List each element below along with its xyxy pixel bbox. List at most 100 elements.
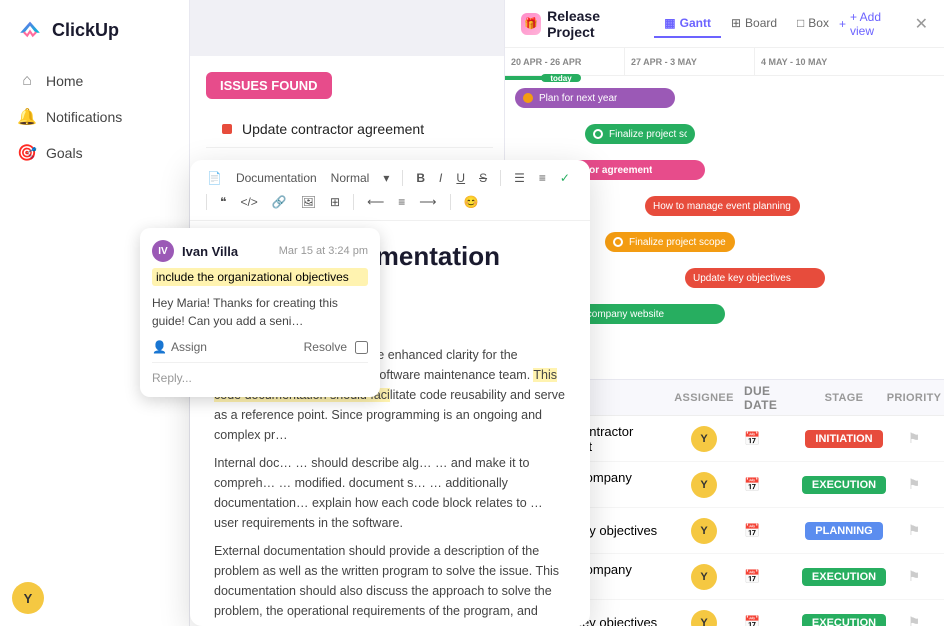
assignee-avatar-0: Y — [691, 426, 717, 452]
table-icon[interactable]: ⊞ — [325, 192, 345, 212]
table-cell-assignee-3: Y — [674, 564, 734, 590]
table-cell-priority-0: ⚑ — [884, 430, 944, 447]
resolve-button[interactable]: Resolve — [304, 340, 368, 354]
col-header-due: DUE DATE — [734, 384, 804, 412]
table-cell-due-3: 📅 — [734, 569, 804, 585]
bar-circle-4 — [613, 237, 623, 247]
doc-style-selector[interactable]: Normal — [326, 168, 375, 188]
bar-circle-0 — [523, 93, 533, 103]
priority-flag-4: ⚑ — [908, 614, 921, 626]
check-icon[interactable]: ✓ — [555, 168, 575, 188]
gantt-header: 🎁 Release Project ▦ Gantt ⊞ Board □ Box … — [505, 0, 944, 48]
table-cell-assignee-2: Y — [674, 518, 734, 544]
resolve-checkbox[interactable] — [355, 341, 368, 354]
gantt-tabs: ▦ Gantt ⊞ Board □ Box — [654, 10, 839, 38]
doc-paragraph-2: Internal doc… … should describe alg… … a… — [214, 453, 566, 533]
gantt-bar-0: Plan for next year — [515, 88, 675, 108]
bar-label-0: Plan for next year — [539, 93, 617, 104]
stage-badge-3: EXECUTION — [802, 568, 886, 586]
table-cell-stage-1: EXECUTION — [804, 476, 884, 494]
toolbar-sep-2 — [500, 170, 501, 186]
priority-flag-0: ⚑ — [908, 430, 921, 447]
assign-icon: 👤 — [152, 340, 167, 354]
ordered-list-icon[interactable]: ≡ — [534, 168, 551, 188]
week-range-3: 4 MAY - 10 MAY — [761, 57, 879, 67]
comment-header: IV Ivan Villa Mar 15 at 3:24 pm — [152, 240, 368, 262]
issues-found-button[interactable]: ISSUES FOUND — [206, 72, 332, 99]
gantt-bar-5: Update key objectives — [685, 268, 825, 288]
gantt-bar-3: How to manage event planning — [645, 196, 800, 216]
sidebar-bottom: Y — [0, 570, 189, 626]
italic-button[interactable]: I — [434, 168, 447, 188]
comment-timestamp: Mar 15 at 3:24 pm — [279, 245, 368, 257]
gantt-add-view[interactable]: + + Add view — [839, 10, 903, 38]
gantt-close-button[interactable]: ✕ — [915, 14, 928, 34]
tab-gantt[interactable]: ▦ Gantt — [654, 10, 721, 38]
comment-body: Hey Maria! Thanks for creating this guid… — [152, 294, 368, 330]
commenter-avatar: IV — [152, 240, 174, 262]
app-logo: ClickUp — [0, 0, 189, 56]
quote-icon[interactable]: ❝ — [215, 192, 231, 212]
task-item-0[interactable]: Update contractor agreement — [206, 111, 493, 148]
sidebar-item-notifications[interactable]: 🔔 Notifications — [8, 100, 181, 134]
calendar-icon-2: 📅 — [744, 523, 760, 539]
gantt-project-icon: 🎁 — [521, 13, 541, 35]
bold-button[interactable]: B — [411, 168, 430, 188]
table-cell-stage-2: PLANNING — [804, 522, 884, 540]
assignee-avatar-4: Y — [691, 610, 717, 626]
sidebar-nav: ⌂ Home 🔔 Notifications 🎯 Goals — [0, 56, 189, 178]
align-left-icon[interactable]: ⟵ — [362, 192, 389, 212]
col-header-stage: STAGE — [804, 392, 884, 404]
priority-flag-1: ⚑ — [908, 476, 921, 493]
comment-footer: 👤 Assign Resolve — [152, 340, 368, 354]
priority-flag-2: ⚑ — [908, 522, 921, 539]
comment-highlighted-text: include the organizational objectives — [152, 268, 368, 286]
calendar-icon-3: 📅 — [744, 569, 760, 585]
calendar-icon-4: 📅 — [744, 615, 760, 626]
table-cell-due-0: 📅 — [734, 431, 804, 447]
col-header-assignee: ASSIGNEE — [674, 392, 734, 404]
comment-username: Ivan Villa — [182, 244, 238, 259]
chevron-down-icon[interactable]: ▾ — [378, 168, 394, 188]
week-range-1: 20 APR - 26 APR — [511, 57, 618, 67]
sidebar-item-goals[interactable]: 🎯 Goals — [8, 136, 181, 170]
table-cell-due-2: 📅 — [734, 523, 804, 539]
tab-board[interactable]: ⊞ Board — [721, 10, 787, 38]
strikethrough-button[interactable]: S — [474, 168, 492, 188]
image-icon[interactable]: 🖼 — [296, 192, 321, 212]
table-cell-priority-1: ⚑ — [884, 476, 944, 493]
tab-box[interactable]: □ Box — [787, 10, 839, 38]
calendar-icon-1: 📅 — [744, 477, 760, 493]
code-icon[interactable]: </> — [235, 192, 262, 212]
bar-label-4: Finalize project scope — [629, 237, 726, 248]
home-icon: ⌂ — [18, 72, 36, 90]
task-dot — [222, 124, 232, 134]
table-cell-stage-0: INITIATION — [804, 430, 884, 448]
doc-type-icon: 📄 — [202, 168, 227, 188]
table-cell-assignee-4: Y — [674, 610, 734, 626]
list-icon[interactable]: ☰ — [509, 168, 530, 188]
link-icon[interactable]: 🔗 — [267, 192, 292, 212]
table-cell-stage-4: EXECUTION — [804, 614, 884, 626]
align-center-icon[interactable]: ≡ — [393, 192, 410, 212]
table-cell-priority-2: ⚑ — [884, 522, 944, 539]
user-avatar[interactable]: Y — [12, 582, 44, 614]
table-cell-due-1: 📅 — [734, 477, 804, 493]
toolbar-sep-4 — [353, 194, 354, 210]
underline-button[interactable]: U — [451, 168, 470, 188]
gantt-project-name: 🎁 Release Project — [521, 8, 642, 40]
sidebar-item-home[interactable]: ⌂ Home — [8, 64, 181, 98]
gantt-icon: ▦ — [664, 16, 675, 30]
bar-label-3: How to manage event planning — [653, 201, 791, 212]
board-icon: ⊞ — [731, 16, 741, 30]
week-label-2: 27 APR - 3 MAY — [625, 48, 755, 75]
doc-toolbar: 📄 Documentation Normal ▾ B I U S ☰ ≡ ✓ ❝… — [190, 160, 590, 221]
assign-button[interactable]: 👤 Assign — [152, 340, 207, 354]
sidebar-item-label-notifications: Notifications — [46, 109, 122, 125]
goals-icon: 🎯 — [18, 144, 36, 162]
align-right-icon[interactable]: ⟶ — [414, 192, 441, 212]
bell-icon: 🔔 — [18, 108, 36, 126]
doc-name[interactable]: Documentation — [231, 168, 322, 188]
emoji-icon[interactable]: 😊 — [459, 192, 484, 212]
reply-input[interactable]: Reply... — [152, 362, 368, 385]
